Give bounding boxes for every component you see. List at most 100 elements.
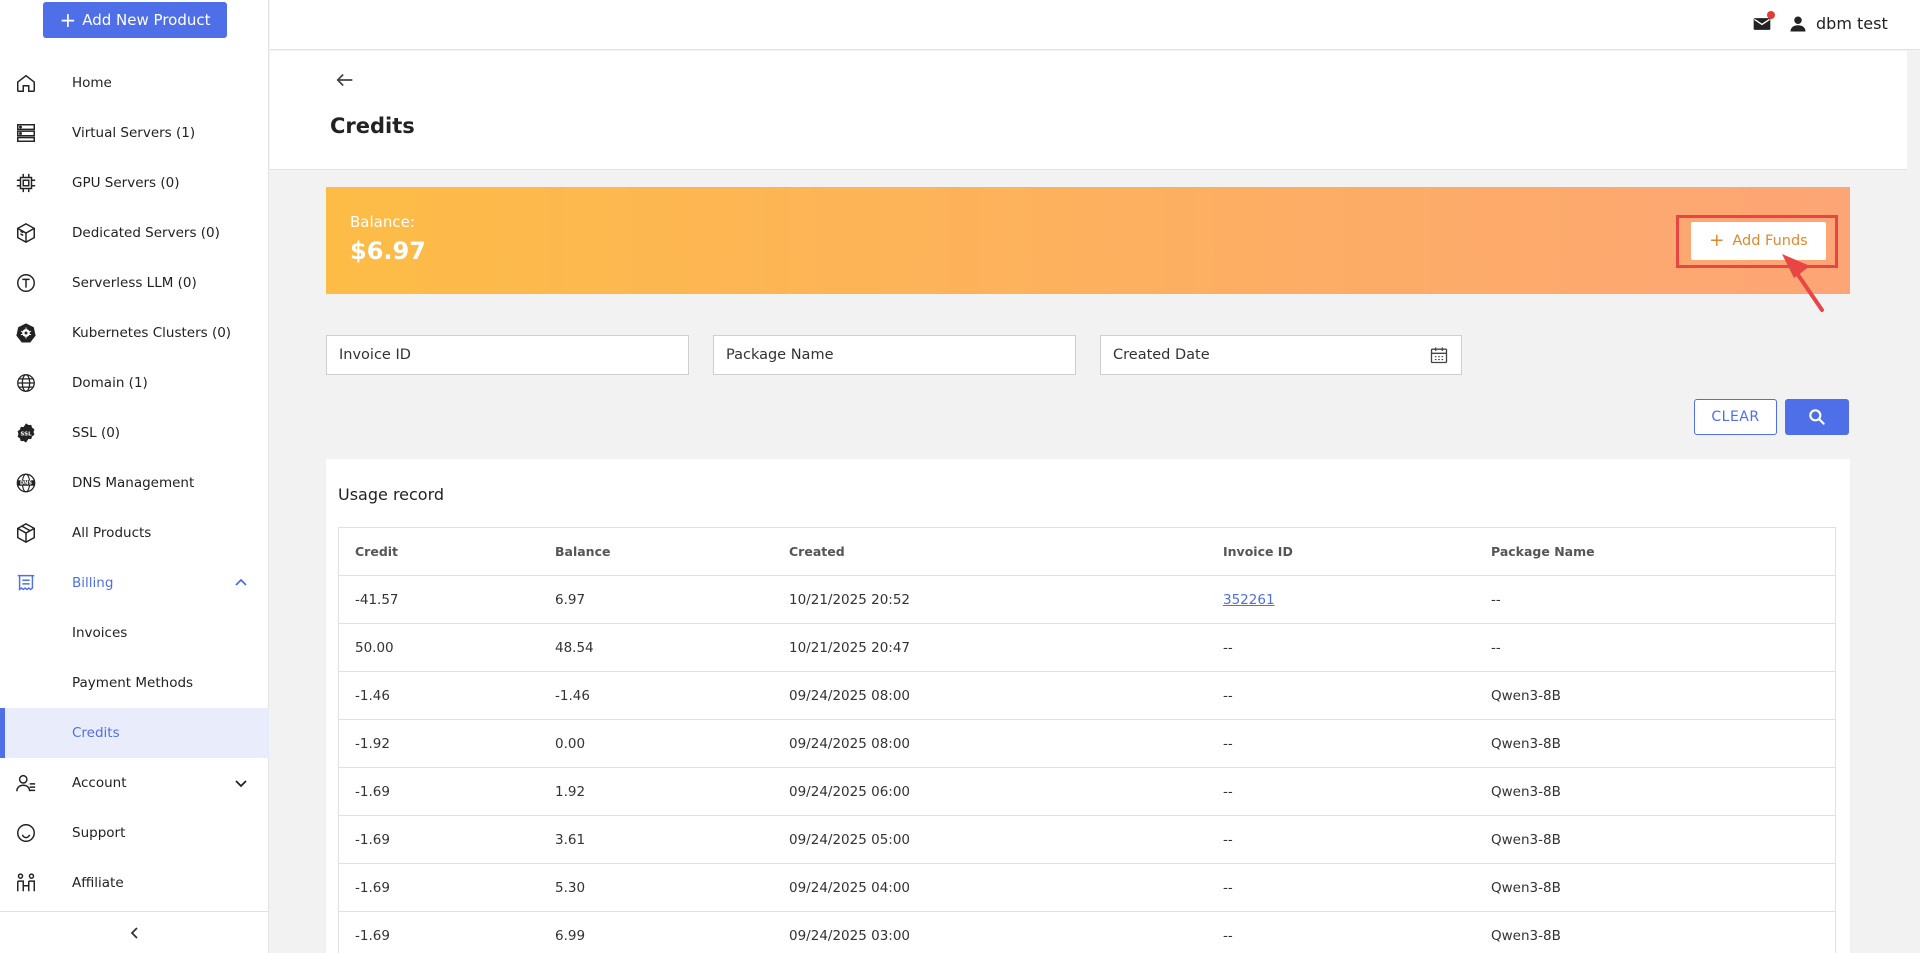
dns-icon: DNS: [14, 471, 38, 495]
annotation-arrow: [1782, 254, 1824, 312]
sidebar-item-gpu-servers[interactable]: GPU Servers (0): [0, 158, 269, 208]
table-row: -1.69 6.99 09/24/2025 03:00 -- Qwen3-8B: [339, 912, 1835, 953]
cell-package-name: Qwen3-8B: [1491, 927, 1561, 944]
package-name-input[interactable]: Package Name: [713, 335, 1076, 375]
created-date-input[interactable]: Created Date: [1100, 335, 1462, 375]
column-header-credit: Credit: [355, 544, 399, 559]
mail-icon[interactable]: [1752, 11, 1775, 34]
cell-package-name: Qwen3-8B: [1491, 783, 1561, 800]
package-name-placeholder: Package Name: [726, 347, 834, 363]
svg-text:DNS: DNS: [20, 481, 32, 487]
cell-credit: 50.00: [355, 639, 394, 656]
cell-invoice-id: --: [1223, 879, 1233, 896]
add-funds-label: Add Funds: [1732, 233, 1808, 249]
cell-invoice-id: --: [1223, 735, 1233, 752]
sidebar-item-serverless-llm[interactable]: Serverless LLM (0): [0, 258, 269, 308]
collapse-sidebar-button[interactable]: [0, 911, 269, 953]
cell-credit: -41.57: [355, 591, 399, 608]
affiliate-icon: [14, 871, 38, 895]
sidebar-nav: Home Virtual Servers (1) GPU Servers (0)…: [0, 58, 269, 908]
sidebar-item-label: Domain (1): [72, 375, 148, 391]
account-icon: [14, 771, 38, 795]
cell-created: 10/21/2025 20:47: [789, 639, 911, 656]
balance-banner: Balance: $6.97: [326, 187, 1850, 294]
search-icon: [1807, 407, 1827, 427]
username[interactable]: dbm test: [1816, 14, 1888, 33]
sidebar-item-kubernetes[interactable]: Kubernetes Clusters (0): [0, 308, 269, 358]
sidebar-item-all-products[interactable]: All Products: [0, 508, 269, 558]
table-row: -1.69 3.61 09/24/2025 05:00 -- Qwen3-8B: [339, 816, 1835, 864]
back-arrow-icon[interactable]: [334, 69, 358, 93]
sidebar-item-dns-management[interactable]: DNS DNS Management: [0, 458, 269, 508]
cell-balance: -1.46: [555, 687, 590, 704]
usage-table: Credit Balance Created Invoice ID Packag…: [338, 527, 1836, 953]
sidebar-item-billing[interactable]: Billing: [0, 558, 269, 608]
table-row: -1.69 5.30 09/24/2025 04:00 -- Qwen3-8B: [339, 864, 1835, 912]
invoice-id-placeholder: Invoice ID: [339, 347, 411, 363]
sidebar-item-ssl[interactable]: SSL SSL (0): [0, 408, 269, 458]
cell-created: 09/24/2025 05:00: [789, 831, 911, 848]
cell-balance: 6.97: [555, 591, 586, 608]
sidebar-item-domain[interactable]: Domain (1): [0, 358, 269, 408]
billing-icon: [14, 571, 38, 595]
cell-package-name: Qwen3-8B: [1491, 831, 1561, 848]
column-header-balance: Balance: [555, 544, 611, 559]
clear-button[interactable]: CLEAR: [1694, 399, 1777, 435]
sidebar-item-label: Virtual Servers (1): [72, 125, 196, 141]
column-header-package-name: Package Name: [1491, 544, 1595, 559]
cell-balance: 5.30: [555, 879, 586, 896]
chevron-up-icon[interactable]: [233, 575, 249, 591]
sidebar-item-label: Billing: [72, 575, 114, 591]
usage-record-card: Usage record Credit Balance Created Invo…: [326, 459, 1850, 953]
cell-credit: -1.69: [355, 831, 390, 848]
cell-invoice-id: --: [1223, 927, 1233, 944]
sidebar-item-account[interactable]: Account: [0, 758, 269, 808]
created-date-placeholder: Created Date: [1113, 347, 1210, 363]
invoice-link[interactable]: 352261: [1223, 592, 1275, 608]
llm-icon: [14, 271, 38, 295]
sidebar-item-payment-methods[interactable]: Payment Methods: [0, 658, 269, 708]
table-row: 50.00 48.54 10/21/2025 20:47 -- --: [339, 624, 1835, 672]
column-header-created: Created: [789, 544, 845, 559]
sidebar-item-affiliate[interactable]: Affiliate: [0, 858, 269, 908]
sidebar-item-invoices[interactable]: Invoices: [0, 608, 269, 658]
sidebar-item-virtual-servers[interactable]: Virtual Servers (1): [0, 108, 269, 158]
cell-created: 09/24/2025 03:00: [789, 927, 911, 944]
add-new-product-button[interactable]: + Add New Product: [43, 2, 227, 38]
cell-credit: -1.69: [355, 927, 390, 944]
cell-invoice-id: --: [1223, 831, 1233, 848]
dedicated-server-icon: [14, 221, 38, 245]
search-button[interactable]: [1785, 399, 1849, 435]
cell-balance: 0.00: [555, 735, 586, 752]
cell-created: 09/24/2025 06:00: [789, 783, 911, 800]
svg-text:SSL: SSL: [20, 431, 32, 437]
chevron-left-icon: [127, 925, 143, 941]
cell-invoice-id: --: [1223, 687, 1233, 704]
cell-balance: 6.99: [555, 927, 586, 944]
notification-dot: [1767, 11, 1775, 19]
globe-icon: [14, 371, 38, 395]
sidebar-item-credits[interactable]: Credits: [0, 708, 269, 758]
page-header: Credits: [270, 51, 1907, 170]
cell-created: 09/24/2025 08:00: [789, 735, 911, 752]
chevron-down-icon[interactable]: [233, 775, 249, 791]
sidebar-item-label: Serverless LLM (0): [72, 275, 197, 291]
server-icon: [14, 121, 38, 145]
sidebar-item-dedicated-servers[interactable]: Dedicated Servers (0): [0, 208, 269, 258]
balance-value: $6.97: [350, 237, 426, 265]
sidebar-item-support[interactable]: Support: [0, 808, 269, 858]
sidebar-item-label: SSL (0): [72, 425, 121, 441]
sidebar-item-home[interactable]: Home: [0, 58, 269, 108]
cell-created: 10/21/2025 20:52: [789, 591, 911, 608]
sidebar-item-label: GPU Servers (0): [72, 175, 180, 191]
sidebar-item-label: Support: [72, 825, 126, 841]
calendar-icon[interactable]: [1429, 345, 1449, 365]
balance-label: Balance:: [350, 213, 415, 231]
user-icon[interactable]: [1788, 14, 1810, 36]
cell-package-name: --: [1491, 639, 1501, 656]
invoice-id-input[interactable]: Invoice ID: [326, 335, 689, 375]
cell-invoice-id: --: [1223, 639, 1233, 656]
support-icon: [14, 821, 38, 845]
cell-balance: 48.54: [555, 639, 594, 656]
cell-package-name: Qwen3-8B: [1491, 879, 1561, 896]
